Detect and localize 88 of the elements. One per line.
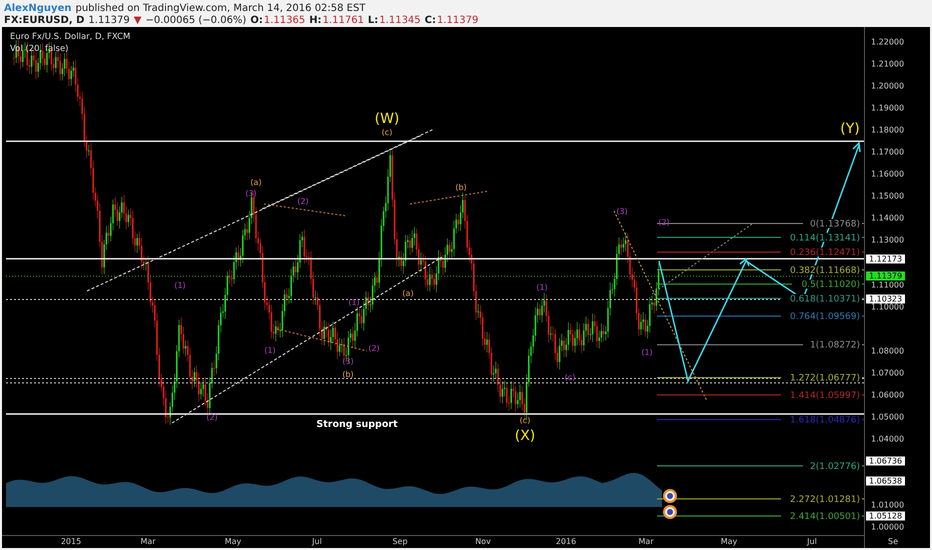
time-axis-label: Se [888, 537, 898, 546]
price-axis-label: 1.19000 [871, 104, 904, 113]
ohlc-value: 1.11379 [437, 14, 478, 26]
strong-support-label: Strong support [316, 419, 398, 430]
time-axis-label: Mar [638, 537, 654, 546]
symbol-label: FX:EURUSD, D [4, 14, 84, 26]
wave-label: (3) [342, 357, 354, 366]
price-badge: 1.05128 [866, 512, 906, 521]
ohlc-value: 1.11761 [322, 14, 364, 26]
last-price: 1.11379 [88, 14, 130, 26]
fibonacci-label: 1.272(1.06777) [790, 374, 860, 384]
wave-label: (1) [264, 346, 276, 355]
fibonacci-label: 1.414(1.05997) [790, 390, 860, 401]
price-change: −0.00065 (−0.06%) [145, 14, 246, 26]
ohlc-label: L: [368, 14, 378, 26]
ohlc-value: 1.11345 [379, 14, 421, 26]
wave-label: (2) [297, 197, 309, 206]
price-axis-label: 1.22000 [871, 38, 904, 46]
wave-label: (W) [374, 111, 400, 127]
price-badge: 1.06736 [866, 456, 906, 466]
wave-label: (b) [455, 183, 467, 192]
ohlc-label: O: [250, 14, 263, 26]
time-axis-label: Jul [312, 537, 322, 546]
price-axis-label: 1.01000 [871, 500, 904, 510]
price-axis-label: 1.17000 [871, 148, 904, 157]
time-axis-label: Sep [392, 537, 408, 546]
price-axis-label: 1.00000 [871, 522, 904, 532]
price-axis-label: 1.13000 [871, 236, 904, 245]
fibonacci-label: 2.414(1.00501) [790, 512, 860, 522]
wave-label: (c) [382, 128, 392, 137]
wave-label: (c) [520, 416, 530, 425]
time-axis-label: 2015 [60, 537, 82, 546]
price-axis-label: 1.20000 [871, 82, 904, 91]
ohlc-label: H: [309, 14, 322, 26]
price-axis-label: 1.05000 [871, 412, 904, 422]
price-axis-label: 1.16000 [871, 170, 904, 179]
price-axis-label: 1.06000 [871, 390, 904, 400]
time-axis-label: May [224, 537, 242, 546]
price-badge: 1.11379 [866, 272, 906, 281]
price-axis-label: 1.11000 [871, 280, 904, 290]
wave-label: (3) [616, 207, 628, 216]
wave-label: (1) [174, 281, 186, 290]
fibonacci-label: 1(1.08272) [810, 340, 860, 351]
price-badge: 1.12173 [866, 254, 906, 264]
wave-label: (b) [342, 370, 354, 379]
fibonacci-label: 0.618(1.10371) [790, 294, 860, 304]
chart-title: Euro Fx/U.S. Dollar, D, FXCM [10, 32, 130, 42]
price-badge: 1.06538 [866, 476, 906, 486]
time-axis-label: Mar [140, 537, 156, 546]
price-axis-label: 1.18000 [871, 126, 904, 135]
fibonacci-label: 0.236(1.12471) [790, 248, 860, 258]
event-marker-icon [663, 489, 677, 503]
author-link[interactable]: AlexNguyen [4, 2, 72, 14]
price-axis-label: 1.10000 [871, 302, 904, 312]
fibonacci-label: 2(1.02776) [810, 462, 860, 472]
time-axis-label: Jul [807, 537, 817, 546]
wave-label: (1) [641, 348, 653, 357]
ohlc-label: C: [424, 14, 436, 26]
fibonacci-label: 2.272(1.01281) [790, 494, 860, 505]
fibonacci-label: 0.382(1.11668) [790, 266, 860, 276]
wave-label: (2) [206, 413, 218, 422]
change-arrow: ▼ [134, 14, 142, 26]
wave-label: (c) [564, 373, 576, 382]
price-axis-label: 1.15000 [871, 192, 904, 201]
ohlc-value: 1.11365 [264, 14, 306, 26]
fibonacci-label: 0.5(1.11020) [801, 280, 860, 290]
fibonacci-label: 0(1.13768) [810, 220, 860, 230]
price-axis-label: 1.07000 [871, 368, 904, 378]
price-badge: 1.10323 [866, 294, 906, 304]
time-axis-label: May [720, 537, 738, 546]
fibonacci-label: 0.114(1.13141) [790, 233, 860, 244]
wave-label: (X) [514, 428, 536, 444]
wave-label: (1) [348, 298, 360, 307]
time-axis-label: 2016 [556, 537, 576, 546]
event-marker-icon [663, 505, 677, 519]
wave-label: (1) [536, 283, 548, 292]
price-axis-label: 1.21000 [871, 60, 904, 69]
fibonacci-label: 1.618(1.04876) [790, 416, 860, 426]
wave-label: (Y) [840, 121, 860, 137]
publish-info: published on TradingView.com, March 14, 2016 02:58 EST [75, 2, 366, 14]
wave-label: (2) [368, 344, 380, 353]
wave-label: (a) [250, 178, 262, 187]
price-axis-label: 1.04000 [871, 434, 904, 444]
price-axis-label: 1.08000 [871, 346, 904, 356]
wave-label: (a) [402, 289, 414, 298]
price-axis-label: 1.14000 [871, 214, 904, 223]
fibonacci-label: 0.764(1.09569) [790, 312, 860, 322]
time-axis-label: Nov [475, 537, 491, 546]
